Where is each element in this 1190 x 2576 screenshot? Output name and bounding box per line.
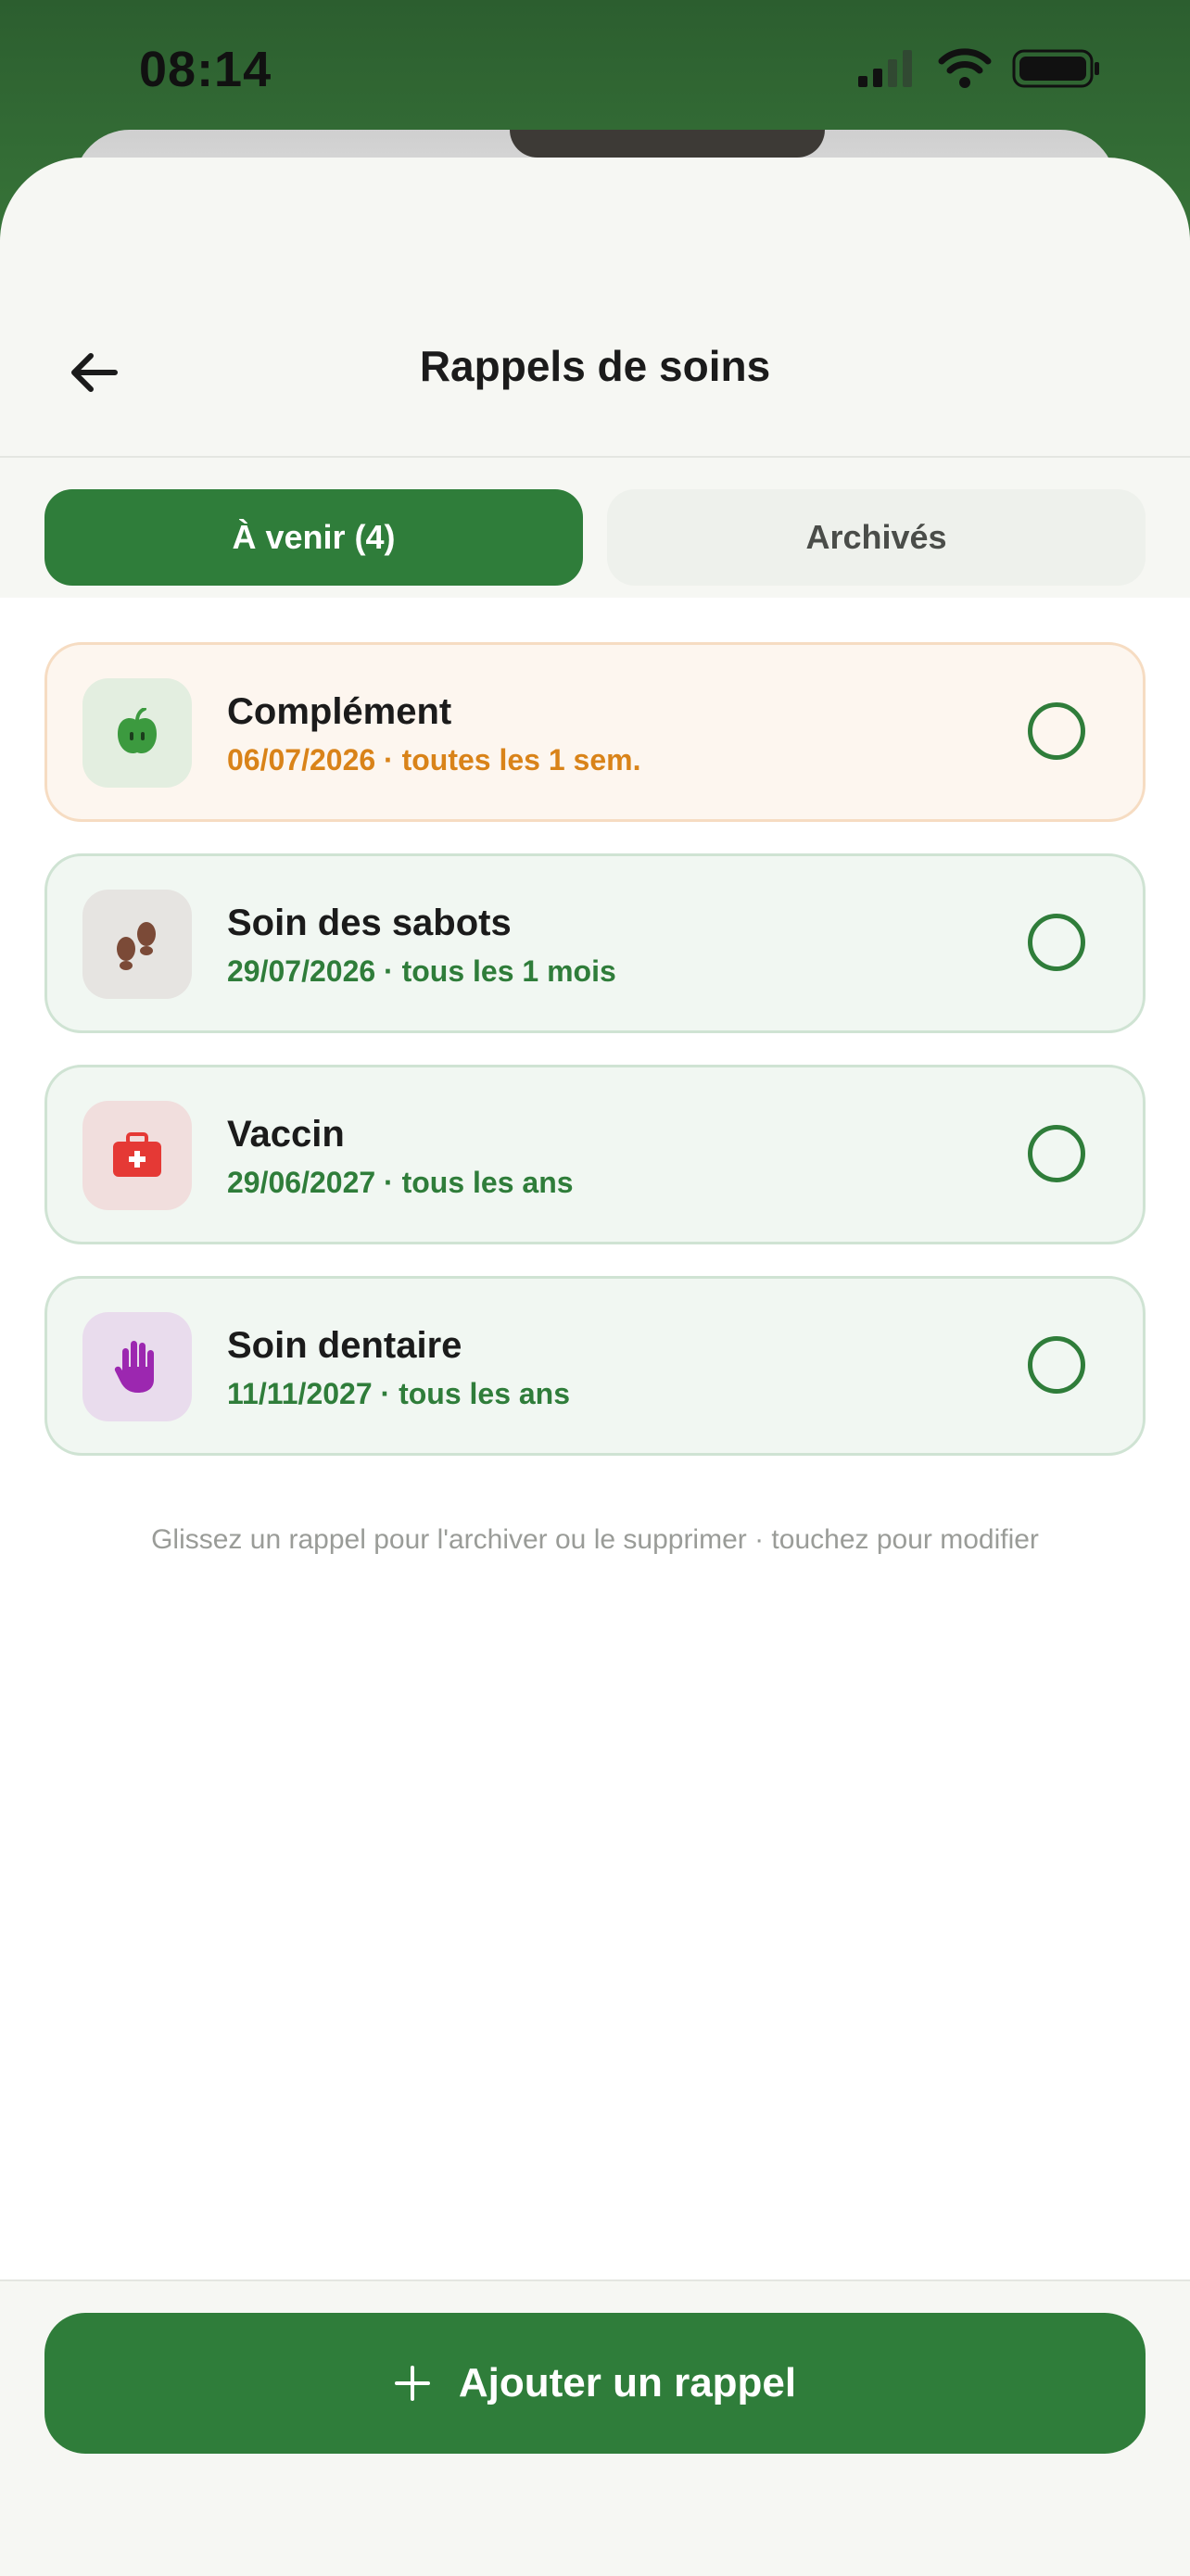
tab-bar: À venir (4) Archivés (44, 489, 1146, 586)
medical-kit-icon (113, 1132, 161, 1177)
reminder-schedule: 11/11/2027 · tous les ans (227, 1377, 571, 1410)
complete-checkbox[interactable] (1028, 1125, 1085, 1182)
tab-upcoming[interactable]: À venir (4) (44, 489, 583, 586)
plus-icon (394, 2366, 430, 2401)
complete-checkbox[interactable] (1028, 1336, 1085, 1394)
status-bar: 08:14 (0, 0, 1190, 139)
status-time: 08:14 (139, 42, 272, 97)
hand-icon (114, 1341, 154, 1393)
reminder-icon-box (82, 1312, 192, 1421)
reminder-icon-box (82, 678, 192, 788)
reminder-card[interactable]: Vaccin 29/06/2027 · tous les ans (44, 1065, 1146, 1244)
reminder-title: Complément (227, 691, 452, 732)
reminder-card[interactable]: Soin des sabots 29/07/2026 · tous les 1 … (44, 853, 1146, 1033)
reminder-schedule: 29/07/2026 · tous les 1 mois (227, 954, 616, 988)
footer-bar: Ajouter un rappel (0, 2279, 1190, 2576)
complete-checkbox[interactable] (1028, 914, 1085, 971)
reminder-title: Soin dentaire (227, 1325, 462, 1366)
page-title: Rappels de soins (419, 342, 771, 390)
reminder-card[interactable]: Soin dentaire 11/11/2027 · tous les ans (44, 1276, 1146, 1456)
reminder-list: Complément 06/07/2026 · toutes les 1 sem… (44, 642, 1146, 1487)
reminder-icon-box (82, 1101, 192, 1210)
signal-icon (858, 50, 912, 87)
reminder-card[interactable]: Complément 06/07/2026 · toutes les 1 sem… (44, 642, 1146, 822)
battery-icon (1012, 49, 1099, 88)
complete-checkbox[interactable] (1028, 702, 1085, 760)
apple-icon (118, 708, 157, 754)
add-reminder-label: Ajouter un rappel (458, 2360, 797, 2406)
reminder-title: Vaccin (227, 1114, 345, 1155)
tab-archived[interactable]: Archivés (607, 489, 1146, 586)
hoofprints-icon (117, 922, 156, 970)
reminder-title: Soin des sabots (227, 903, 512, 943)
swipe-hint: Glissez un rappel pour l'archiver ou le … (151, 1524, 1039, 1555)
page-header: Rappels de soins (0, 298, 1190, 458)
reminder-content: Complément 06/07/2026 · toutes les 1 sem… (0, 598, 1190, 2279)
reminder-schedule: 06/07/2026 · toutes les 1 sem. (227, 743, 641, 777)
reminder-schedule: 29/06/2027 · tous les ans (227, 1166, 574, 1199)
wifi-icon (938, 48, 992, 88)
add-reminder-button[interactable]: Ajouter un rappel (44, 2313, 1146, 2454)
reminder-icon-box (82, 890, 192, 999)
